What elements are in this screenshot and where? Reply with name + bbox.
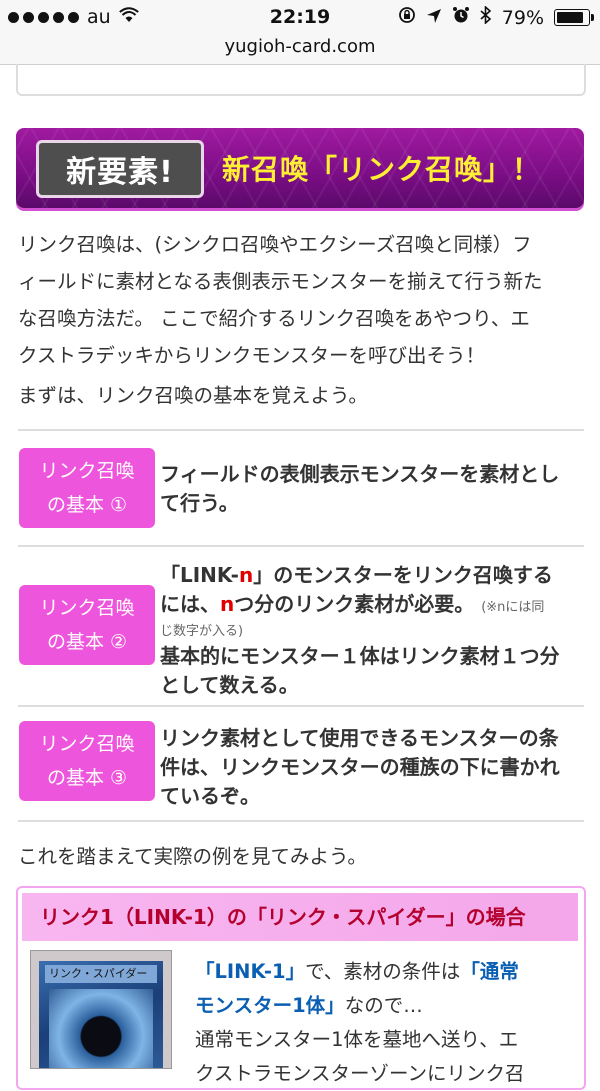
basic-3-text: リンク素材として使用できるモンスターの条 件は、リンクモンスターの種族の下に書か…	[160, 724, 584, 811]
intro-line: クストラデッキからリンクモンスターを呼び出そう！	[18, 344, 486, 367]
basic-line: として数える。	[160, 673, 299, 697]
basic-line: 「LINK-n」のモンスターをリンク召喚する	[160, 563, 553, 587]
tag-line: リンク召喚	[39, 597, 135, 619]
tag-line: の基本 ②	[46, 631, 128, 653]
banner-title: 新召喚「リンク召喚」！	[222, 153, 542, 186]
basic-1-text: フィールドの表側表示モンスターを素材とし て行う。	[160, 460, 584, 518]
intro-line: ィールドに素材となる表側表示モンスターを揃えて行う新た	[18, 270, 543, 293]
divider	[18, 545, 584, 547]
tag-line: リンク召喚	[39, 733, 135, 755]
alarm-icon	[452, 6, 470, 29]
tag-line: の基本 ①	[46, 494, 128, 516]
basic-line: リンク素材として使用できるモンスターの条	[160, 726, 559, 750]
basic-line: 件は、リンクモンスターの種族の下に書かれ	[160, 755, 560, 779]
example-heading: リンク1（LINK-1）の「リンク・スパイダー」の場合	[22, 893, 578, 941]
example-line: モンスター1体」なので…	[195, 994, 423, 1017]
rotation-lock-icon	[398, 6, 416, 29]
example-line: 通常モンスター1体を墓地へ送り、エ	[195, 1028, 519, 1051]
basic-line: フィールドの表側表示モンスターを素材とし	[160, 462, 560, 486]
intro-paragraph: リンク召喚は、(シンクロ召喚やエクシーズ召喚と同様）フ ィールドに素材となる表側…	[18, 226, 584, 374]
new-element-badge: 新要素!	[36, 140, 204, 198]
divider	[18, 705, 584, 707]
basic-line: て行う。	[160, 491, 239, 515]
basic-2-tag: リンク召喚 の基本 ②	[19, 585, 155, 665]
section-banner: 新要素! 新召喚「リンク召喚」！	[16, 128, 584, 208]
status-bar: au 22:19 79%	[0, 0, 600, 36]
bluetooth-icon	[480, 5, 492, 29]
address-bar[interactable]: yugioh-card.com	[0, 36, 600, 65]
divider	[18, 429, 584, 431]
location-icon	[426, 7, 442, 29]
basic-1-tag: リンク召喚 の基本 ①	[19, 448, 155, 528]
divider	[18, 820, 584, 822]
intro-line: リンク召喚は、(シンクロ召喚やエクシーズ召喚と同様）フ	[18, 233, 532, 256]
basic-line: ているぞ。	[160, 784, 260, 808]
basic-3-tag: リンク召喚 の基本 ③	[19, 721, 155, 801]
battery-icon	[554, 9, 594, 26]
tag-line: リンク召喚	[39, 460, 135, 482]
card-art	[49, 989, 153, 1068]
link-spider-card-image: リンク・スパイダー	[30, 950, 172, 1069]
basics-lead-text: まずは、リンク召喚の基本を覚えよう。	[18, 384, 368, 407]
example-line: 「LINK-1」で、素材の条件は「通常	[195, 960, 519, 983]
basic-line: 基本的にモンスター１体はリンク素材１つ分	[160, 644, 560, 668]
previous-section-box	[16, 64, 586, 96]
intro-line: な召喚方法だ。 ここで紹介するリンク召喚をあやつり、エ	[18, 307, 530, 330]
note-text: じ数字が入る)	[160, 624, 244, 639]
example-line: クストラモンスターゾーンにリンク召	[195, 1062, 525, 1085]
basic-2-text: 「LINK-n」のモンスターをリンク召喚する には、nつ分のリンク素材が必要。 …	[160, 561, 584, 700]
battery-percent: 79%	[501, 6, 544, 29]
card-name: リンク・スパイダー	[45, 965, 157, 983]
example-lead-text: これを踏まえて実際の例を見てみよう。	[18, 845, 367, 868]
status-icons: 79%	[398, 5, 594, 29]
tag-line: の基本 ③	[46, 767, 128, 789]
note-text: (※nには同	[481, 600, 545, 615]
basic-line: には、nつ分のリンク素材が必要。 (※nには同	[160, 592, 545, 616]
